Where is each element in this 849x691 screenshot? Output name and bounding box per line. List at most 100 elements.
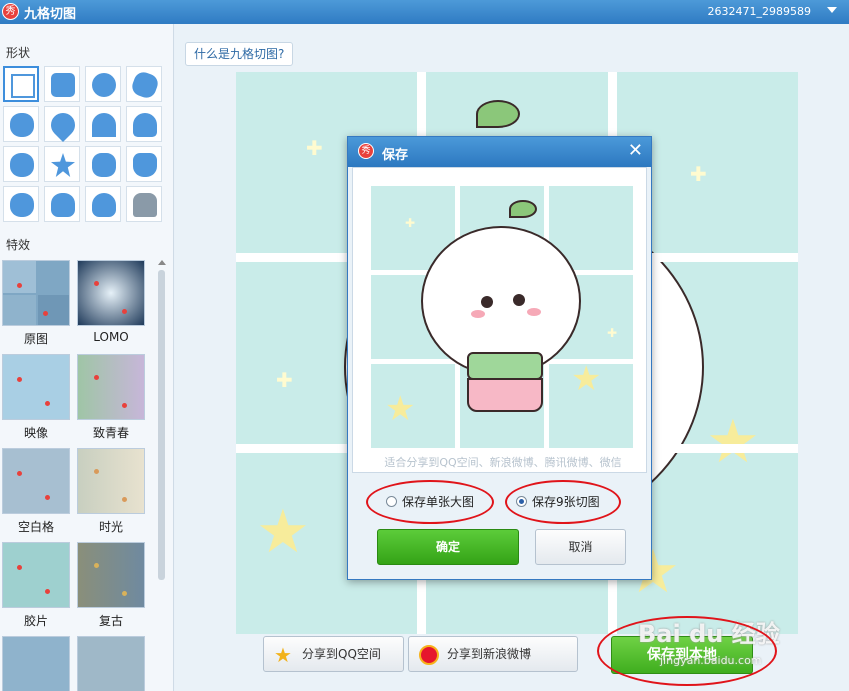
star-icon: ★ — [274, 643, 292, 667]
shape-star[interactable] — [44, 146, 80, 182]
effect-yingxiang[interactable]: 映像 — [2, 354, 70, 441]
app-logo-icon: 秀 — [2, 3, 19, 20]
effect-label: 映像 — [23, 426, 48, 440]
effect-more-2[interactable] — [77, 636, 145, 691]
star-decoration-icon: ★ — [385, 389, 416, 429]
shape-duck[interactable] — [44, 186, 80, 222]
effect-thumbnail — [77, 260, 145, 326]
cancel-button[interactable]: 取消 — [535, 529, 626, 565]
app-logo-icon: 秀 — [358, 143, 374, 159]
app-title: 九格切图 — [24, 7, 77, 22]
effect-thumbnail — [2, 542, 70, 608]
shape-bear[interactable] — [85, 146, 121, 182]
effect-original[interactable]: 原图 — [2, 260, 70, 347]
shapes-label: 形状 — [6, 46, 31, 60]
penguin-icon — [92, 193, 116, 217]
effect-time[interactable]: 时光 — [77, 448, 145, 535]
share-qzone-button[interactable]: ★ 分享到QQ空间 — [263, 636, 404, 672]
ok-button[interactable]: 确定 — [377, 529, 519, 565]
sparkle-icon: ✚ — [276, 368, 293, 392]
star-decoration-icon: ★ — [571, 359, 602, 399]
left-panel: 形状 特效 原图 LOMO 映像 致青春 空白格 时光 胶片 复古 — [0, 24, 174, 691]
circle-icon — [92, 73, 116, 97]
effect-lomo[interactable]: LOMO — [77, 260, 145, 344]
title-bar: 秀 九格切图 2632471_2989589 — [0, 0, 849, 24]
apple-icon — [10, 153, 34, 177]
bear-icon — [92, 153, 116, 177]
character-eye — [513, 294, 525, 306]
effects-label: 特效 — [6, 238, 31, 252]
burst-icon — [129, 69, 161, 101]
effect-film[interactable]: 胶片 — [2, 542, 70, 629]
effect-thumbnail — [77, 448, 145, 514]
effect-label: 空白格 — [17, 520, 54, 534]
effect-thumbnail — [2, 354, 70, 420]
shape-mouse[interactable] — [3, 186, 39, 222]
effect-youth[interactable]: 致青春 — [77, 354, 145, 441]
arch-icon — [92, 113, 116, 137]
character-pants — [467, 378, 543, 412]
annotation-oval — [597, 616, 777, 686]
effect-thumbnail — [77, 354, 145, 420]
shape-burst[interactable] — [126, 66, 162, 102]
heart-icon — [46, 108, 80, 142]
star-decoration-icon: ★ — [706, 407, 760, 477]
shape-heart[interactable] — [44, 106, 80, 142]
share-weibo-button[interactable]: 分享到新浪微博 — [408, 636, 578, 672]
shape-arch[interactable] — [85, 106, 121, 142]
close-icon[interactable]: ✕ — [628, 141, 643, 161]
effect-blank-grid[interactable]: 空白格 — [2, 448, 70, 535]
shape-rounded-square[interactable] — [44, 66, 80, 102]
sparkle-icon: ✚ — [607, 326, 618, 340]
effect-retro[interactable]: 复古 — [77, 542, 145, 629]
effects-list: 原图 LOMO 映像 致青春 空白格 时光 胶片 复古 — [2, 260, 154, 691]
shape-apple[interactable] — [3, 146, 39, 182]
shape-penguin[interactable] — [85, 186, 121, 222]
weibo-icon — [419, 645, 439, 665]
dialog-title: 保存 — [382, 148, 409, 163]
shape-cloud[interactable] — [126, 106, 162, 142]
nine-grid-preview: ★ ★ ✚ ✚ — [371, 186, 633, 448]
effect-thumbnail — [2, 260, 70, 326]
effect-label: LOMO — [93, 330, 129, 344]
effects-scrollbar[interactable] — [157, 260, 167, 691]
flower-icon — [10, 113, 34, 137]
share-qzone-label: 分享到QQ空间 — [302, 647, 381, 661]
duck-icon — [51, 193, 75, 217]
star-icon — [51, 153, 75, 177]
effect-thumbnail — [2, 448, 70, 514]
share-weibo-label: 分享到新浪微博 — [447, 647, 532, 661]
annotation-oval — [366, 480, 494, 524]
sparkle-icon: ✚ — [306, 136, 323, 160]
sparkle-icon: ✚ — [690, 162, 707, 186]
star-decoration-icon: ★ — [256, 497, 310, 567]
help-link[interactable]: 什么是九格切图? — [185, 42, 294, 66]
effect-thumbnail — [77, 542, 145, 608]
character-eye — [481, 296, 493, 308]
share-hint: 适合分享到QQ空间、新浪微博、腾讯微博、微信 — [384, 456, 622, 469]
effect-label: 致青春 — [92, 426, 129, 440]
effect-label: 时光 — [98, 520, 123, 534]
effect-label: 复古 — [98, 614, 123, 628]
account-id[interactable]: 2632471_2989589 — [708, 5, 811, 18]
chevron-down-icon[interactable] — [827, 7, 837, 13]
shape-square[interactable] — [3, 66, 39, 102]
scroll-up-icon[interactable] — [158, 260, 166, 265]
effect-thumbnail — [77, 636, 145, 691]
sparkle-icon: ✚ — [405, 216, 416, 230]
square-icon — [11, 74, 35, 98]
shape-circle[interactable] — [85, 66, 121, 102]
character-blush — [471, 310, 485, 318]
sprout-leaf — [509, 200, 537, 218]
mouse-icon — [10, 193, 34, 217]
shape-android[interactable] — [126, 186, 162, 222]
cat-icon — [133, 153, 157, 177]
shape-cat[interactable] — [126, 146, 162, 182]
rounded-square-icon — [51, 73, 75, 97]
shape-flower[interactable] — [3, 106, 39, 142]
effect-label: 胶片 — [23, 614, 48, 628]
scroll-thumb[interactable] — [158, 270, 165, 580]
character-shirt — [467, 352, 543, 380]
sprout-leaf — [476, 100, 520, 128]
effect-more-1[interactable] — [2, 636, 70, 691]
